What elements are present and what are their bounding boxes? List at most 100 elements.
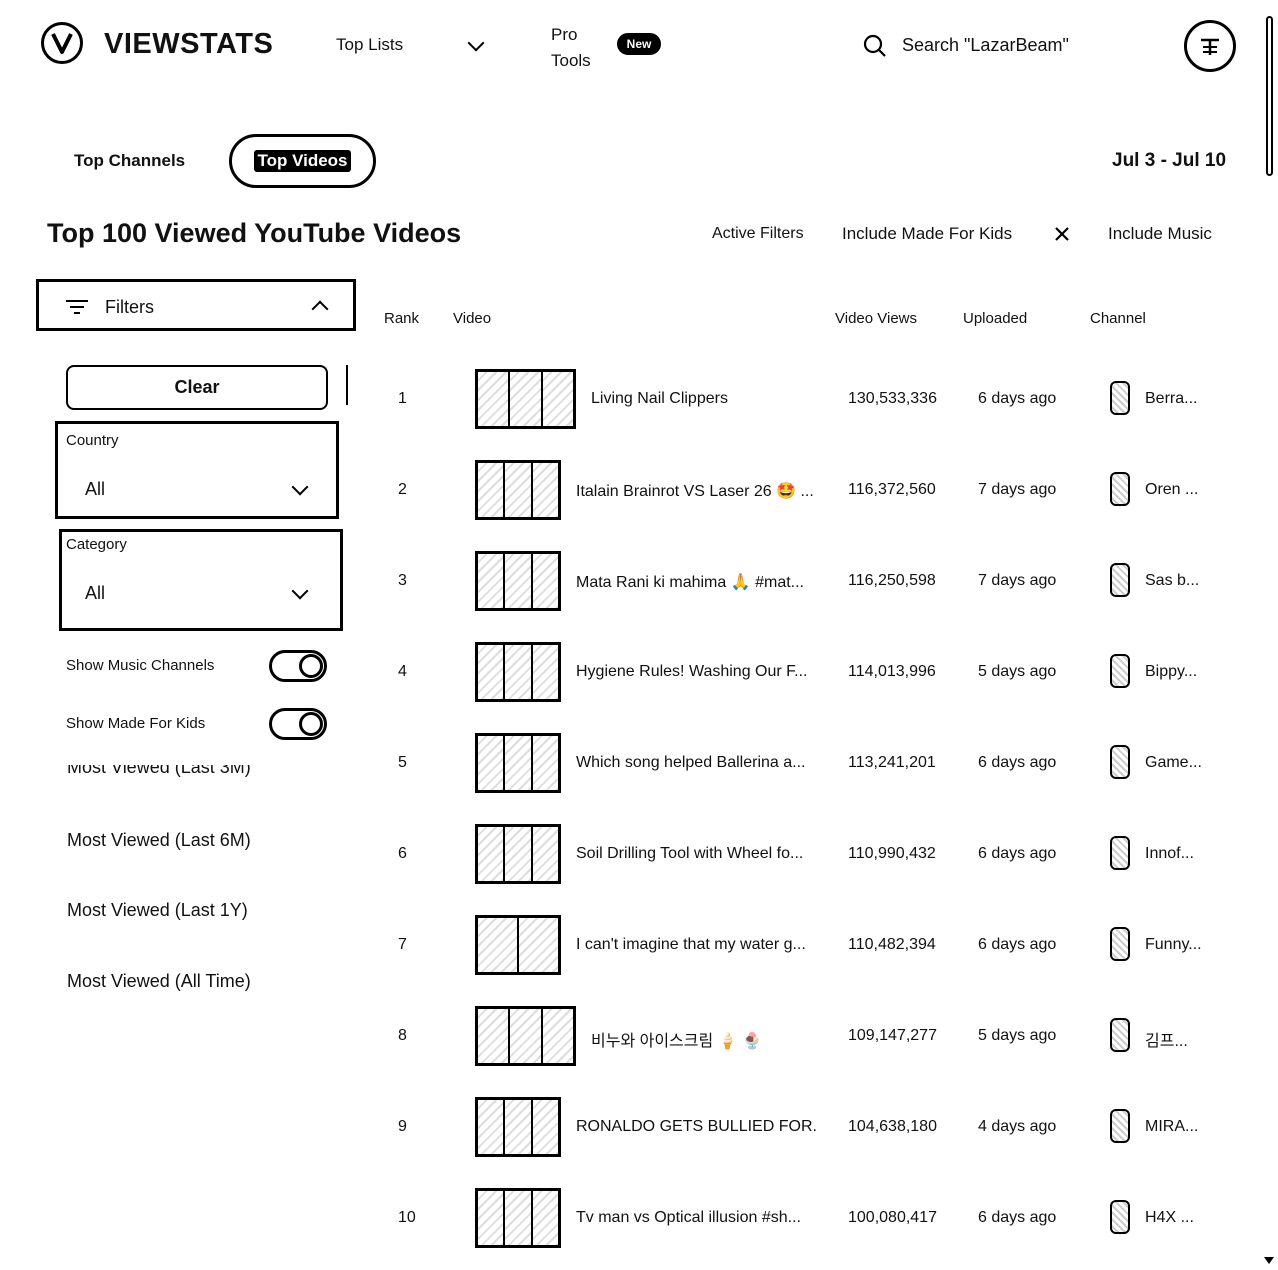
overlay-mask (60, 741, 350, 765)
filter-chip-made-for-kids[interactable]: Include Made For Kids (842, 224, 1012, 244)
video-thumbnail[interactable] (475, 824, 561, 884)
uploaded-time: 7 days ago (978, 572, 1057, 589)
video-thumbnail[interactable] (475, 733, 561, 793)
table-row[interactable]: 3 Mata Rani ki mahima 🙏 #mat... 116,250,59… (380, 539, 1220, 630)
video-thumbnail[interactable] (475, 1188, 561, 1248)
user-avatar[interactable] (1184, 20, 1236, 72)
nav-top-lists[interactable]: Top Lists (336, 35, 403, 55)
video-title[interactable]: Hygiene Rules! Washing Our F... (576, 663, 816, 681)
video-thumbnail[interactable] (475, 369, 576, 429)
video-title[interactable]: Living Nail Clippers (591, 390, 831, 408)
channel-name[interactable]: Bippy... (1145, 663, 1197, 681)
logo-text[interactable]: VIEWSTATS (104, 28, 273, 61)
video-title[interactable]: Which song helped Ballerina a... (576, 754, 816, 772)
channel-name[interactable]: MIRA... (1145, 1118, 1198, 1136)
channel-avatar-icon[interactable] (1110, 381, 1130, 415)
table-row[interactable]: 2 Italain Brainrot VS Laser 26 🤩 ... 116,3… (380, 448, 1220, 539)
tab-top-videos-label: Top Videos (254, 150, 351, 172)
video-title[interactable]: Soil Drilling Tool with Wheel fo... (576, 845, 816, 863)
channel-name[interactable]: Innof... (1145, 845, 1194, 863)
table-row[interactable]: 1 Living Nail Clippers 130,533,336 6 days a… (380, 357, 1220, 448)
filter-chip-music[interactable]: Include Music (1108, 224, 1232, 244)
channel-name[interactable]: 김프... (1145, 1027, 1188, 1051)
close-icon[interactable] (1054, 226, 1070, 242)
header-video[interactable]: Video (453, 310, 491, 327)
tab-top-channels[interactable]: Top Channels (74, 151, 185, 171)
video-views: 100,080,417 (848, 1209, 937, 1226)
video-title[interactable]: Tv man vs Optical illusion #sh... (576, 1209, 816, 1227)
search-icon[interactable] (862, 33, 888, 59)
scrollbar-thumb[interactable] (1266, 16, 1273, 176)
search-input[interactable]: Search "LazarBeam" (902, 35, 1069, 56)
filters-toggle[interactable]: Filters (36, 279, 356, 331)
video-title[interactable]: 비누와 아이스크림 🍦 🍨 (591, 1027, 831, 1051)
channel-name[interactable]: Game... (1145, 754, 1202, 772)
video-thumbnail[interactable] (475, 1097, 561, 1157)
table-row[interactable]: 10 Tv man vs Optical illusion #sh... 100,0… (380, 1176, 1220, 1267)
country-select[interactable]: Country All (55, 421, 339, 519)
channel-name[interactable]: Berra... (1145, 390, 1197, 408)
chevron-up-icon (311, 300, 329, 318)
video-views: 110,990,432 (848, 845, 936, 862)
category-select[interactable]: Category All (59, 529, 343, 631)
video-thumbnail[interactable] (475, 551, 561, 611)
uploaded-time: 6 days ago (978, 754, 1057, 771)
show-music-channels-toggle[interactable] (269, 650, 327, 682)
header-video-views[interactable]: Video Views (835, 310, 917, 327)
table-row[interactable]: 8 비누와 아이스크림 🍦 🍨 109,147,277 5 days ago 김프... (380, 994, 1220, 1085)
uploaded-time: 5 days ago (978, 663, 1057, 680)
video-thumbnail[interactable] (475, 460, 561, 520)
viewstats-logo-icon[interactable] (41, 22, 83, 64)
rank-cell: 10 (398, 1209, 416, 1226)
rank-cell: 6 (398, 845, 407, 862)
date-range[interactable]: Jul 3 - Jul 10 (1112, 150, 1226, 172)
panel-scrollbar[interactable] (346, 365, 348, 405)
header-rank[interactable]: Rank (384, 310, 419, 327)
rank-cell: 1 (398, 390, 407, 407)
video-views: 113,241,201 (848, 754, 936, 771)
header-channel[interactable]: Channel (1090, 310, 1146, 327)
video-title[interactable]: RONALDO GETS BULLIED FOR... (576, 1118, 816, 1136)
nav-pro-line2: Tools (551, 51, 591, 70)
category-label: Category (66, 536, 127, 553)
channel-avatar-icon[interactable] (1110, 1200, 1130, 1234)
nav-pro-tools[interactable]: Pro Tools (551, 22, 591, 74)
nav-pro-line1: Pro (551, 25, 578, 44)
uploaded-time: 5 days ago (978, 1027, 1057, 1044)
header-uploaded[interactable]: Uploaded (963, 310, 1027, 327)
scroll-down-arrow-icon[interactable] (1264, 1257, 1274, 1264)
channel-avatar-icon[interactable] (1110, 927, 1130, 961)
channel-avatar-icon[interactable] (1110, 1109, 1130, 1143)
channel-avatar-icon[interactable] (1110, 836, 1130, 870)
uploaded-time: 6 days ago (978, 936, 1057, 953)
video-thumbnail[interactable] (475, 642, 561, 702)
table-row[interactable]: 7 I can't imagine that my water g... 110,4… (380, 903, 1220, 994)
channel-name[interactable]: H4X ... (1145, 1209, 1194, 1227)
most-viewed-1y[interactable]: Most Viewed (Last 1Y) (67, 900, 248, 921)
channel-name[interactable]: Sas b... (1145, 572, 1199, 590)
tab-top-videos[interactable]: Top Videos (229, 134, 376, 188)
video-views: 116,250,598 (848, 572, 936, 589)
video-title[interactable]: Italain Brainrot VS Laser 26 🤩 ... (576, 481, 816, 501)
chevron-down-icon[interactable] (467, 34, 485, 52)
channel-name[interactable]: Oren ... (1145, 481, 1198, 499)
channel-avatar-icon[interactable] (1110, 654, 1130, 688)
clear-button[interactable]: Clear (66, 365, 328, 410)
channel-name[interactable]: Funny... (1145, 936, 1202, 954)
most-viewed-all-time[interactable]: Most Viewed (All Time) (67, 971, 251, 992)
channel-avatar-icon[interactable] (1110, 1018, 1130, 1052)
table-row[interactable]: 9 RONALDO GETS BULLIED FOR... 104,638,180 4… (380, 1085, 1220, 1176)
video-title[interactable]: I can't imagine that my water g... (576, 936, 816, 954)
channel-avatar-icon[interactable] (1110, 472, 1130, 506)
show-made-for-kids-toggle[interactable] (269, 708, 327, 740)
video-thumbnail[interactable] (475, 915, 561, 975)
most-viewed-6m[interactable]: Most Viewed (Last 6M) (67, 830, 251, 851)
channel-avatar-icon[interactable] (1110, 745, 1130, 779)
country-value: All (85, 479, 106, 499)
table-row[interactable]: 6 Soil Drilling Tool with Wheel fo... 110,… (380, 812, 1220, 903)
channel-avatar-icon[interactable] (1110, 563, 1130, 597)
table-row[interactable]: 5 Which song helped Ballerina a... 113,241… (380, 721, 1220, 812)
video-thumbnail[interactable] (475, 1006, 576, 1066)
table-row[interactable]: 4 Hygiene Rules! Washing Our F... 114,013,… (380, 630, 1220, 721)
video-title[interactable]: Mata Rani ki mahima 🙏 #mat... (576, 572, 816, 592)
